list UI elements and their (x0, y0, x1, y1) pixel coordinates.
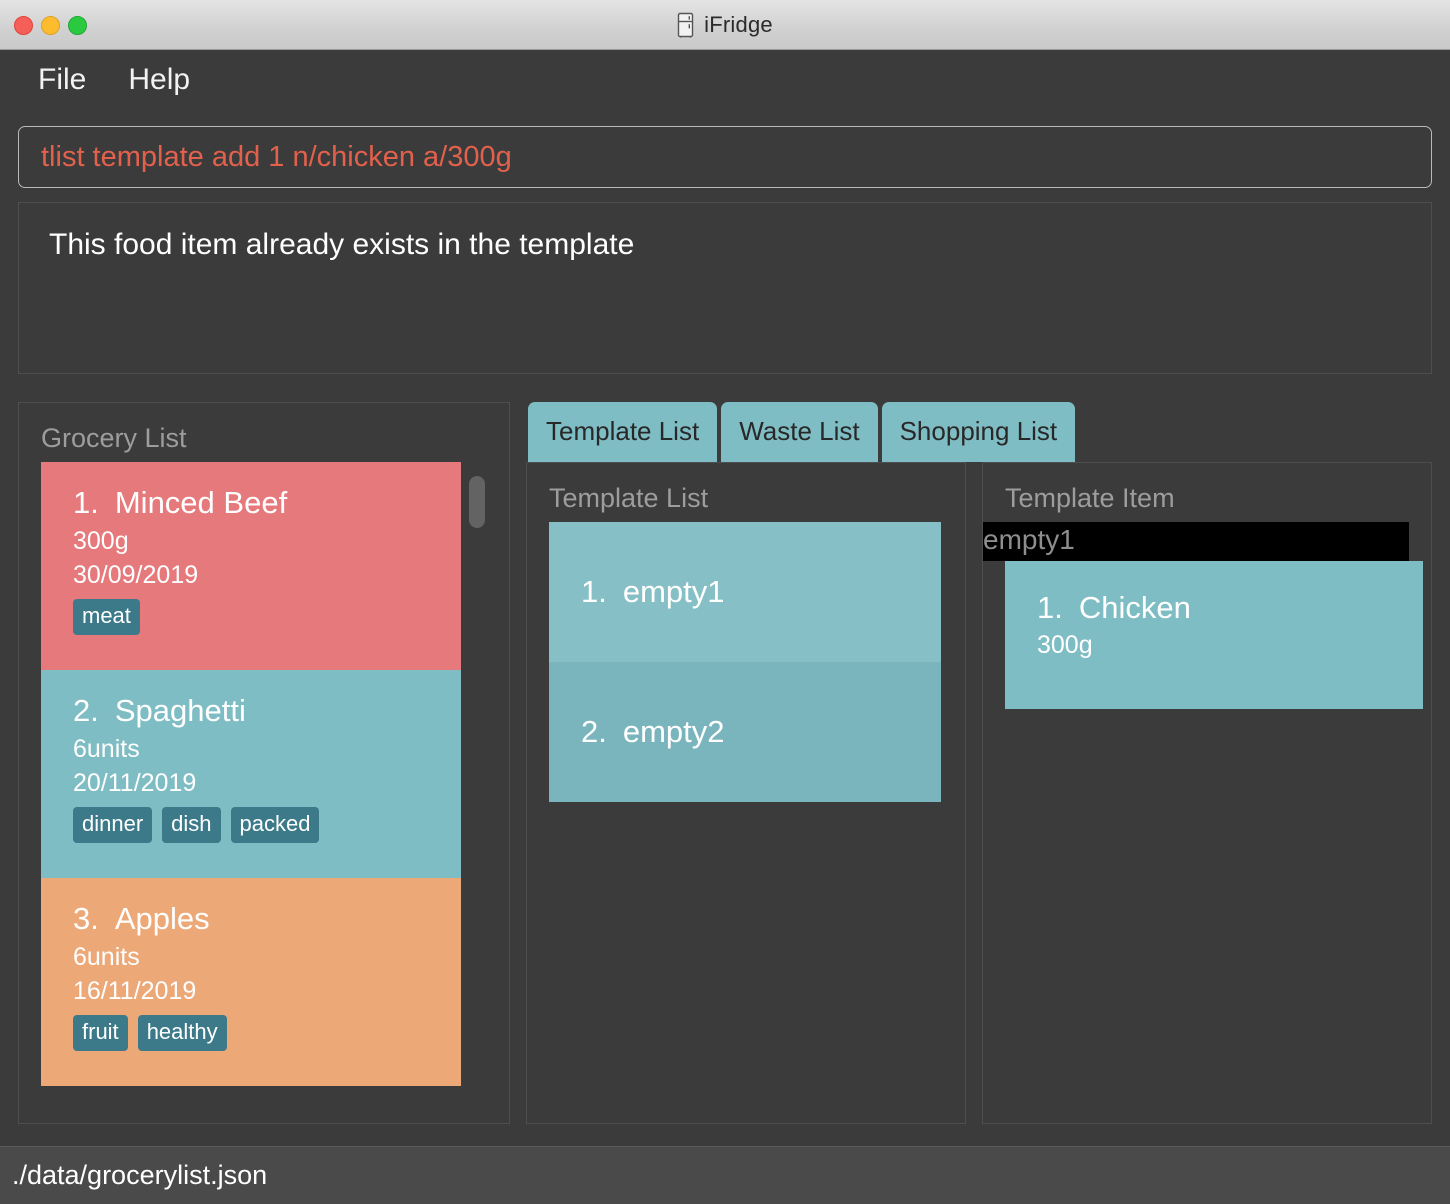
grocery-list-scrollbar[interactable] (467, 462, 487, 1123)
menu-item-help[interactable]: Help (128, 65, 190, 95)
window-controls (14, 0, 87, 50)
status-bar-file-path: ./data/grocerylist.json (12, 1160, 268, 1190)
template-food-item-name: 1. Chicken (1037, 589, 1423, 628)
result-message: This food item already exists in the tem… (49, 228, 635, 261)
result-area: This food item already exists in the tem… (0, 202, 1450, 384)
tab-label: Shopping List (899, 416, 1058, 446)
template-item-view[interactable]: 1. Chicken 300g (983, 560, 1431, 1123)
result-display: This food item already exists in the tem… (18, 202, 1432, 374)
tab-shopping-list[interactable]: Shopping List (881, 402, 1076, 462)
grocery-list-item[interactable]: 3. Apples 6units 16/11/2019 fruit healthy (41, 878, 461, 1086)
grocery-item-amount: 6units (73, 942, 140, 971)
template-food-item-index: 1. (1037, 589, 1063, 625)
grocery-item-tag: fruit (73, 1015, 128, 1052)
grocery-list-body: 1. Minced Beef 300g 30/09/2019 meat 2. Spaghet… (19, 462, 509, 1123)
grocery-item-tag-row: fruit healthy (73, 1015, 461, 1052)
template-item-name: empty2 (622, 714, 725, 749)
grocery-item-name-text: Apples (114, 901, 210, 936)
grocery-list-item[interactable]: 1. Minced Beef 300g 30/09/2019 meat (41, 462, 461, 670)
grocery-list-view[interactable]: 1. Minced Beef 300g 30/09/2019 meat 2. Spaghet… (41, 462, 461, 1123)
template-food-item-name-text: Chicken (1078, 589, 1191, 625)
template-item-index: 1. (581, 574, 607, 609)
grocery-item-tag: dish (162, 807, 221, 844)
tab-bar: Template List Waste List Shopping List (526, 402, 1432, 462)
template-food-item-amount: 300g (1037, 630, 1093, 659)
main-content: Grocery List 1. Minced Beef 300g 30/09/2019… (0, 384, 1450, 1146)
window-title: iFridge (704, 11, 773, 37)
fridge-icon (677, 12, 695, 38)
window-titlebar: iFridge (0, 0, 1450, 50)
command-input[interactable]: tlist template add 1 n/chicken a/300g (18, 126, 1432, 188)
tab-label: Template List (546, 416, 700, 446)
command-input-value: tlist template add 1 n/chicken a/300g (41, 142, 512, 172)
maximize-window-button[interactable] (68, 15, 87, 35)
grocery-item-tag-row: meat (73, 599, 461, 636)
close-window-button[interactable] (14, 15, 33, 35)
grocery-list-panel: Grocery List 1. Minced Beef 300g 30/09/2019… (18, 402, 510, 1124)
grocery-item-index: 2. (73, 693, 99, 728)
grocery-item-index: 3. (73, 901, 99, 936)
tabbed-region: Template List Waste List Shopping List Tem… (526, 402, 1432, 1124)
minimize-window-button[interactable] (41, 15, 60, 35)
template-list-panel: Template List 1. empty1 2. empty2 (526, 462, 966, 1124)
template-item-panel: Template Item empty1 1. Chicken 300g (982, 462, 1432, 1124)
grocery-item-name-text: Minced Beef (114, 485, 288, 520)
grocery-item-expiry-date: 30/09/2019 (73, 560, 199, 589)
template-list-title: Template List (549, 483, 709, 513)
command-area: tlist template add 1 n/chicken a/300g (0, 110, 1450, 202)
template-item-index: 2. (581, 714, 607, 749)
grocery-item-amount: 300g (73, 526, 129, 555)
template-food-item[interactable]: 1. Chicken 300g (1005, 560, 1423, 709)
grocery-item-name-text: Spaghetti (114, 693, 246, 728)
selected-template-label: empty1 (983, 522, 1409, 561)
tab-content: Template List 1. empty1 2. empty2 Template … (526, 462, 1432, 1124)
grocery-item-index: 1. (73, 485, 99, 520)
status-bar: ./data/grocerylist.json (0, 1146, 1450, 1204)
app-window: iFridge File Help tlist template add 1 n… (0, 0, 1450, 1204)
grocery-item-name: 1. Minced Beef (73, 484, 461, 523)
template-list-item[interactable]: 1. empty1 (549, 522, 941, 662)
tab-waste-list[interactable]: Waste List (721, 402, 878, 462)
template-item-title: Template Item (1005, 483, 1175, 513)
grocery-item-expiry-date: 16/11/2019 (73, 976, 197, 1005)
grocery-item-tag: healthy (137, 1015, 227, 1052)
template-list-item[interactable]: 2. empty2 (549, 662, 941, 802)
grocery-item-expiry-date: 20/11/2019 (73, 768, 197, 797)
grocery-list-item[interactable]: 2. Spaghetti 6units 20/11/2019 dinner dish pac… (41, 670, 461, 878)
tab-template-list[interactable]: Template List (528, 402, 718, 462)
grocery-item-tag: meat (73, 599, 140, 636)
menu-bar: File Help (0, 50, 1450, 110)
grocery-list-title: Grocery List (41, 423, 187, 453)
grocery-item-tag-row: dinner dish packed (73, 807, 461, 844)
template-item-name: empty1 (622, 574, 725, 609)
grocery-item-name: 3. Apples (73, 900, 461, 939)
tab-label: Waste List (739, 416, 860, 446)
grocery-list-scroll-thumb[interactable] (469, 476, 485, 528)
window-title-group: iFridge (0, 12, 1450, 38)
template-list-view[interactable]: 1. empty1 2. empty2 (527, 522, 965, 1123)
grocery-item-tag: packed (230, 807, 320, 844)
menu-item-file[interactable]: File (38, 65, 86, 95)
grocery-item-tag: dinner (73, 807, 153, 844)
grocery-item-amount: 6units (73, 734, 140, 763)
grocery-item-name: 2. Spaghetti (73, 692, 461, 731)
